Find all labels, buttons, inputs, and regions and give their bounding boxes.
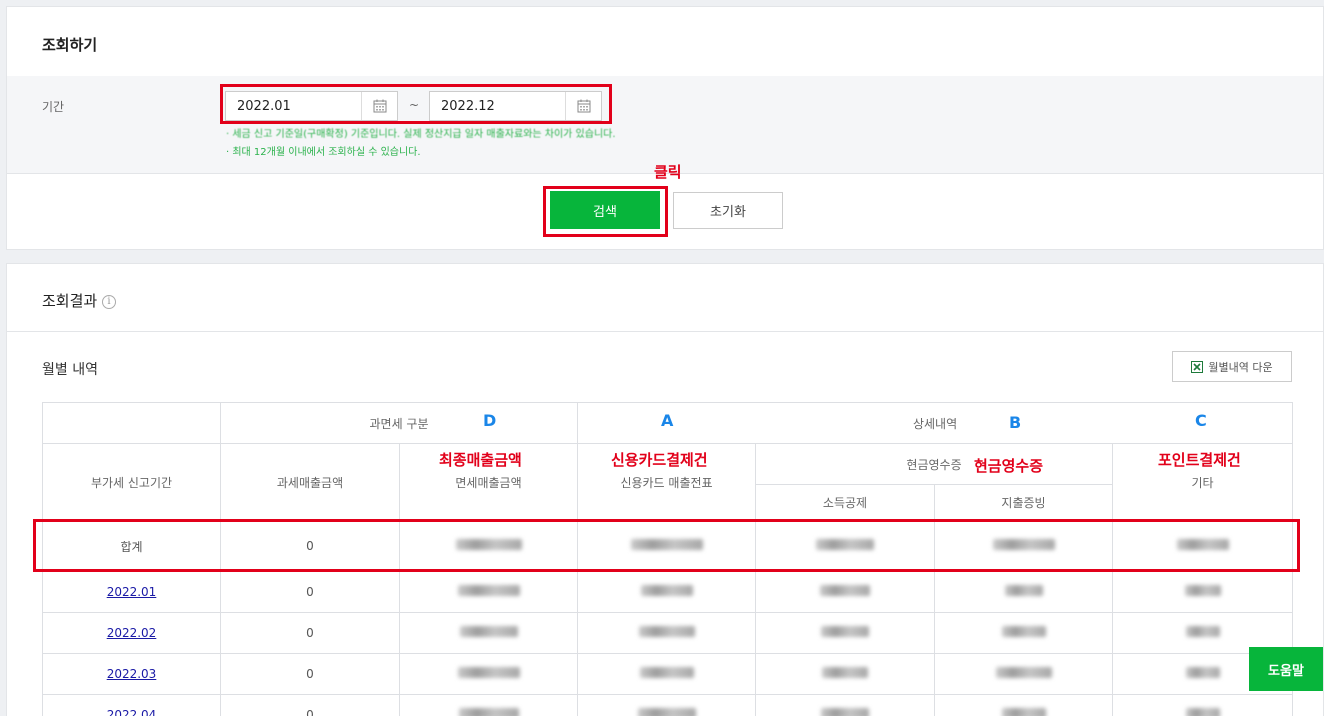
blurred-value (755, 612, 936, 654)
blurred-value (755, 694, 936, 716)
reset-button[interactable]: 초기화 (673, 192, 783, 229)
annotation-card-payment: 신용카드결제건 (611, 451, 708, 469)
blurred-value (577, 571, 757, 613)
monthly-subtitle: 월별 내역 (42, 362, 98, 378)
taxable-value: 0 (220, 694, 400, 716)
period-link-text[interactable]: 2022.04 (107, 708, 157, 716)
period-link-text[interactable]: 2022.03 (107, 667, 157, 681)
blurred-value (398, 612, 579, 654)
table-row: 2022.01 0 (42, 571, 1294, 613)
blurred-value (1112, 571, 1294, 613)
blurred-value (934, 694, 1114, 716)
header-cash-group: 현금영수증 (755, 443, 1114, 485)
table-row: 2022.02 0 (42, 612, 1294, 654)
taxable-value: 0 (220, 612, 400, 654)
period-link[interactable]: 2022.01 (42, 571, 221, 613)
excel-icon (1191, 360, 1204, 373)
search-title: 조회하기 (42, 36, 98, 54)
result-title-text: 조회결과 (42, 292, 98, 310)
table-row: 2022.04 0 (42, 694, 1294, 716)
blurred-value (934, 571, 1114, 613)
period-link[interactable]: 2022.03 (42, 653, 221, 695)
annotation-letter-a: A (661, 411, 674, 430)
blurred-value (934, 653, 1114, 695)
blurred-value (755, 653, 936, 695)
search-button[interactable]: 검색 (550, 191, 660, 229)
period-link-text[interactable]: 2022.02 (107, 626, 157, 640)
annotation-cash-receipt: 현금영수증 (974, 457, 1044, 475)
period-link-text[interactable]: 2022.01 (107, 585, 157, 599)
header-period: 부가세 신고기간 (42, 443, 221, 521)
header-income-deduction: 소득공제 (755, 484, 936, 521)
annotation-final-sales: 최종매출금액 (439, 451, 522, 469)
header-detail-group: 상세내역 (577, 402, 1294, 444)
blurred-value (934, 612, 1114, 654)
notice-text: · 세금 신고 기준일(구매확정) 기준입니다. 실제 정산지급 일자 매출자료… (226, 129, 616, 140)
blurred-value (577, 612, 757, 654)
date-range-highlight (220, 84, 612, 124)
download-monthly-button[interactable]: 월별내역 다운 (1172, 351, 1292, 382)
taxable-value: 0 (220, 653, 400, 695)
blurred-value (577, 694, 757, 716)
annotation-point-payment: 포인트결제건 (1158, 451, 1241, 469)
annotation-letter-d: D (483, 411, 497, 430)
blurred-value (398, 694, 579, 716)
header-taxable: 과세매출금액 (220, 443, 400, 521)
annotation-letter-b: B (1009, 413, 1022, 432)
blurred-value (755, 571, 936, 613)
table-row: 2022.03 0 (42, 653, 1294, 695)
header-tax-group: 과면세 구분 (219, 402, 579, 444)
total-row-highlight (33, 519, 1300, 572)
header-expense-proof: 지출증빙 (934, 484, 1114, 521)
period-label: 기간 (42, 100, 65, 114)
header-empty (42, 402, 221, 444)
period-link[interactable]: 2022.04 (42, 694, 221, 716)
result-title: 조회결과 i (42, 290, 116, 311)
notice-text: · 최대 12개월 이내에서 조회하실 수 있습니다. (226, 147, 421, 158)
search-form: 기간 2022.01 ~ 2022.12 · 세금 신고 기준일(구매확정) 기… (7, 76, 1323, 173)
result-panel: 조회결과 i 월별 내역 월별내역 다운 과면세 구분 상세내역 부가세 신고기… (6, 263, 1324, 716)
divider (7, 331, 1323, 332)
blurred-value (398, 571, 579, 613)
taxable-value: 0 (220, 571, 400, 613)
annotation-letter-c: C (1195, 411, 1207, 430)
info-icon[interactable]: i (101, 294, 116, 309)
period-link[interactable]: 2022.02 (42, 612, 221, 654)
blurred-value (577, 653, 757, 695)
download-label: 월별내역 다운 (1208, 360, 1273, 374)
blurred-value (1112, 694, 1294, 716)
click-annotation: 클릭 (654, 163, 682, 181)
help-button[interactable]: 도움말 (1249, 647, 1323, 691)
blurred-value (398, 653, 579, 695)
